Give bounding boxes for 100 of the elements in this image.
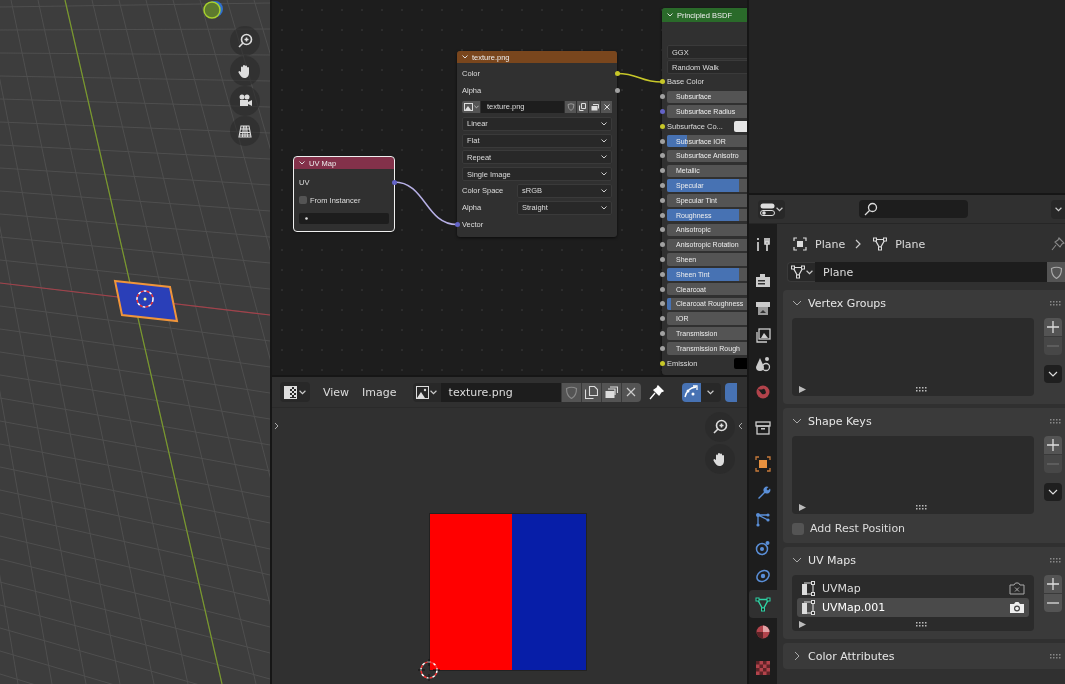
socket[interactable] xyxy=(454,222,460,228)
resize-handle-icon[interactable] xyxy=(916,504,927,510)
image-browse-button[interactable] xyxy=(412,382,441,402)
plus-icon xyxy=(1047,321,1059,333)
checkbox[interactable] xyxy=(792,522,804,535)
drag-handle-icon[interactable] xyxy=(1050,557,1061,563)
shield-icon[interactable] xyxy=(565,101,576,113)
editor-type-button[interactable] xyxy=(758,199,785,219)
search-field[interactable] xyxy=(859,200,968,218)
socket[interactable] xyxy=(659,345,665,351)
dropdown-button[interactable] xyxy=(1051,199,1065,219)
camera-icon[interactable] xyxy=(1009,601,1025,614)
socket[interactable] xyxy=(659,316,665,322)
uv-icon xyxy=(801,600,816,615)
drag-handle-icon[interactable] xyxy=(1050,300,1061,306)
add-button[interactable] xyxy=(1044,318,1062,336)
mesh-browse-button[interactable] xyxy=(787,262,815,282)
socket[interactable] xyxy=(659,94,665,100)
disclosure-icon[interactable] xyxy=(792,555,802,565)
resize-handle-icon[interactable] xyxy=(916,386,927,392)
plus-icon xyxy=(1047,578,1059,590)
caret-icon xyxy=(473,105,479,109)
editor-type-button[interactable] xyxy=(280,382,310,402)
zoom-icon[interactable] xyxy=(230,26,260,56)
duplicate-icon[interactable] xyxy=(577,101,588,113)
caret-icon[interactable] xyxy=(667,13,673,17)
camera-icon[interactable] xyxy=(1009,582,1025,595)
color-swatch[interactable] xyxy=(734,120,747,132)
caret-icon xyxy=(601,138,607,143)
disclosure-icon[interactable] xyxy=(792,416,802,426)
socket[interactable] xyxy=(659,183,665,189)
socket[interactable] xyxy=(614,70,620,76)
disclosure-icon[interactable] xyxy=(792,651,802,661)
panel-title[interactable]: Vertex Groups xyxy=(808,296,887,310)
menu-item[interactable]: View xyxy=(323,385,350,399)
menu-item[interactable]: Image xyxy=(362,385,397,399)
socket[interactable] xyxy=(659,123,665,129)
toggle-button[interactable] xyxy=(724,382,737,402)
image-name-field[interactable]: texture.png xyxy=(440,382,561,402)
curve-toggle-button[interactable] xyxy=(681,382,701,402)
list-item[interactable]: UVMap.001 xyxy=(797,598,1029,617)
resize-handle-icon[interactable] xyxy=(916,621,927,627)
socket[interactable] xyxy=(659,301,665,307)
shield-icon[interactable] xyxy=(1047,262,1065,282)
socket[interactable] xyxy=(659,197,665,203)
color-swatch[interactable] xyxy=(734,357,747,369)
drag-handle-icon[interactable] xyxy=(1050,418,1061,424)
drag-handle-icon[interactable] xyxy=(1050,653,1061,659)
shield-icon[interactable] xyxy=(560,382,581,402)
socket[interactable] xyxy=(659,227,665,233)
hand-icon[interactable] xyxy=(230,56,260,86)
zoom-icon[interactable] xyxy=(705,412,735,442)
disclosure-icon[interactable] xyxy=(792,298,802,308)
caret-icon[interactable] xyxy=(299,161,305,165)
plane-object[interactable] xyxy=(113,279,179,323)
socket[interactable] xyxy=(659,331,665,337)
play-icon[interactable] xyxy=(799,385,806,393)
socket[interactable] xyxy=(659,138,665,144)
socket[interactable] xyxy=(391,179,397,185)
socket[interactable] xyxy=(659,79,665,85)
checkbox[interactable] xyxy=(299,196,307,204)
play-icon[interactable] xyxy=(799,503,806,511)
panel-title[interactable]: UV Maps xyxy=(808,553,857,567)
camera-icon[interactable] xyxy=(230,86,260,116)
data-block-name-field[interactable]: Plane xyxy=(815,262,1047,282)
socket[interactable] xyxy=(659,242,665,248)
caret-icon xyxy=(776,206,783,212)
list-item[interactable]: UVMap xyxy=(797,579,1029,598)
socket[interactable] xyxy=(659,212,665,218)
pack-icon[interactable] xyxy=(600,382,621,402)
add-button[interactable] xyxy=(1044,436,1062,454)
panel-title[interactable]: Color Attributes xyxy=(808,649,895,663)
axis-gizmo-icon[interactable] xyxy=(203,1,223,19)
grid-icon[interactable] xyxy=(230,116,260,146)
add-button[interactable] xyxy=(1044,575,1062,593)
socket[interactable] xyxy=(659,286,665,292)
socket[interactable] xyxy=(659,168,665,174)
hand-icon[interactable] xyxy=(705,444,735,474)
socket[interactable] xyxy=(659,153,665,159)
remove-button[interactable] xyxy=(1044,594,1062,612)
socket[interactable] xyxy=(614,87,620,93)
socket[interactable] xyxy=(659,360,665,366)
close-icon[interactable] xyxy=(620,382,641,402)
pack-icon[interactable] xyxy=(589,101,600,113)
socket[interactable] xyxy=(659,257,665,263)
close-icon[interactable] xyxy=(601,101,612,113)
specials-menu-button[interactable] xyxy=(1044,483,1062,501)
uv-icon xyxy=(801,581,816,596)
caret-icon[interactable] xyxy=(462,55,468,59)
properties-tab[interactable] xyxy=(749,590,777,618)
duplicate-icon[interactable] xyxy=(580,382,601,402)
search-field[interactable] xyxy=(299,212,389,224)
dropdown-button[interactable] xyxy=(700,382,721,402)
socket[interactable] xyxy=(659,271,665,277)
tab-icon xyxy=(755,356,771,372)
caret-icon xyxy=(299,389,306,395)
image-browse-button[interactable] xyxy=(462,101,480,113)
specials-menu-button[interactable] xyxy=(1044,365,1062,383)
play-icon[interactable] xyxy=(799,620,806,628)
panel-title[interactable]: Shape Keys xyxy=(808,414,872,428)
